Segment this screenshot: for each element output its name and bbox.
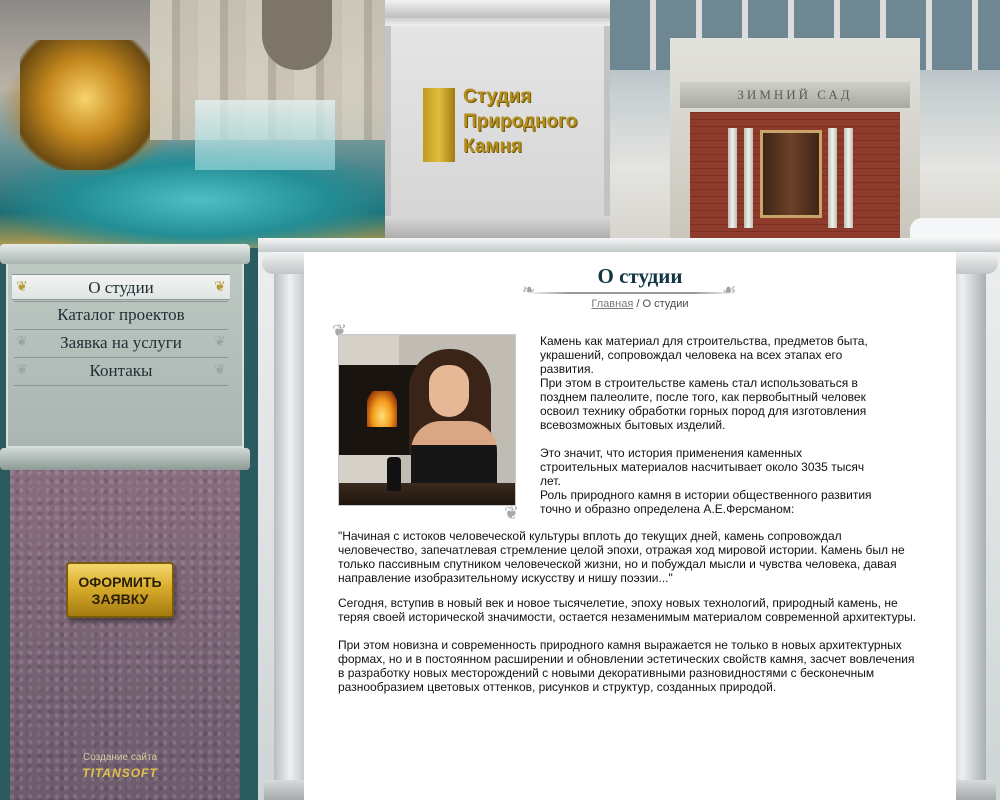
building-column [728, 128, 737, 228]
logo-pedestal: Студия Природного Камня [385, 0, 610, 240]
building-column [844, 128, 853, 228]
order-button-line-2: ЗАЯВКУ [91, 591, 149, 607]
ornament-left-icon: ❦ [16, 280, 28, 295]
photo-bottle [387, 457, 401, 491]
granite-panel-cap [0, 448, 250, 470]
paragraph: Это значит, что история применения камен… [540, 446, 865, 488]
paragraph-modern: Сегодня, вступив в новый век и новое тыс… [338, 596, 917, 624]
title-ornament-right-icon: ☙ [722, 282, 737, 299]
title-ornament-left-icon: ❧ [522, 282, 536, 299]
photo-table [339, 483, 515, 505]
menu-separator [14, 385, 228, 386]
fountain-cascade [195, 100, 335, 170]
building-door [760, 130, 822, 218]
order-request-button[interactable]: ОФОРМИТЬ ЗАЯВКУ [66, 562, 174, 618]
building-column [744, 128, 753, 228]
paragraph: Камень как материал для строительства, п… [540, 334, 868, 376]
menu-item-label: Заявка на услуги [60, 333, 182, 352]
breadcrumb-home-link[interactable]: Главная [591, 298, 633, 310]
order-button-line-1: ОФОРМИТЬ [78, 574, 162, 590]
pedestal-cornice-lower [385, 18, 610, 26]
breadcrumb: Главная / О студии [540, 298, 740, 310]
woman-fireplace-photo [338, 334, 516, 506]
header-fountain-image [0, 0, 385, 250]
title-underline [526, 292, 736, 294]
menu-item-about[interactable]: ❦ О студии ❦ [12, 274, 230, 300]
menu-panel-cap [0, 244, 250, 264]
paragraph-novelty: При этом новизна и современность природн… [338, 638, 915, 694]
logo-line-2: Природного [463, 111, 578, 132]
fountain-statue [20, 40, 150, 170]
pedestal-base [385, 216, 610, 240]
ornament-right-icon: ❦ [214, 363, 226, 378]
frame-top-beam [258, 238, 1000, 252]
menu-item-label: О студии [88, 278, 154, 297]
building-sign: ЗИМНИЙ САД [680, 82, 910, 108]
ornament-right-icon: ❦ [214, 335, 226, 350]
building-snow [910, 218, 1000, 240]
paragraph: Роль природного камня в истории обществе… [540, 488, 872, 516]
titansoft-logo[interactable]: TITANSOFT [68, 766, 172, 780]
ornament-left-icon: ❦ [16, 335, 28, 350]
paragraph: При этом в строительстве камень стал исп… [540, 376, 867, 432]
logo-line-1: Студия [463, 86, 532, 107]
breadcrumb-current: О студии [642, 298, 689, 310]
pedestal-cornice [385, 0, 610, 18]
site-credit-text: Создание сайта [82, 752, 158, 763]
ornament-left-icon: ❦ [16, 363, 28, 378]
photo-body [411, 421, 497, 491]
menu-item-catalog[interactable]: Каталог проектов [12, 302, 230, 328]
granite-panel [10, 452, 240, 800]
fountain-arch [262, 0, 332, 70]
intro-text: Камень как материал для строительства, п… [540, 334, 880, 516]
header-building-image: ЗИМНИЙ САД [610, 0, 1000, 240]
menu-item-request[interactable]: ❦ Заявка на услуги ❦ [12, 330, 230, 356]
corner-ornament-icon: ❦ [504, 503, 520, 523]
menu-item-label: Контакы [89, 361, 153, 380]
logo-text[interactable]: Студия Природного Камня [463, 84, 577, 159]
menu-item-contacts[interactable]: ❦ Контакы ❦ [12, 358, 230, 384]
logo-gold-bar [423, 88, 455, 162]
page-title: О студии [597, 264, 683, 288]
fersman-quote: "Начиная с истоков человеческой культуры… [338, 529, 905, 585]
photo-face [429, 365, 469, 417]
photo-fire [367, 391, 397, 427]
ornament-right-icon: ❦ [214, 280, 226, 295]
building-column [828, 128, 837, 228]
menu-item-label: Каталог проектов [57, 305, 185, 324]
logo-line-3: Камня [463, 136, 523, 157]
